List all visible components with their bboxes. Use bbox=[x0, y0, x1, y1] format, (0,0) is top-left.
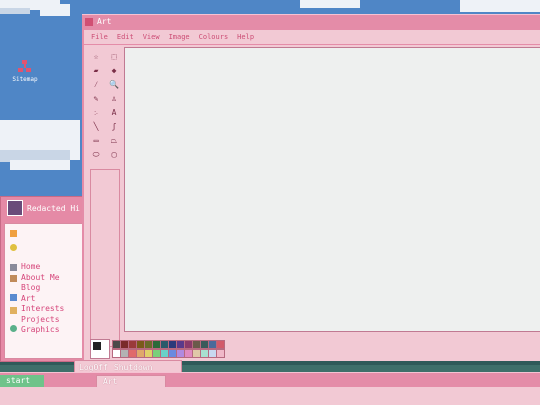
airbrush-icon[interactable]: ჻ bbox=[90, 107, 102, 119]
paint-icon bbox=[85, 17, 93, 26]
rect-select-icon[interactable]: ⬚ bbox=[108, 51, 120, 63]
free-select-icon[interactable]: ☆ bbox=[90, 51, 102, 63]
menu-view[interactable]: View bbox=[143, 33, 160, 41]
nav-link-graphics[interactable]: Graphics bbox=[21, 325, 60, 335]
info-icon bbox=[10, 325, 17, 332]
desktop-icon-sitemap[interactable]: Sitemap bbox=[8, 60, 42, 83]
art-window: Art File Edit View Image Colours Help ☆ ⬚… bbox=[82, 14, 540, 361]
rounded-rect-icon[interactable]: ▢ bbox=[108, 149, 120, 161]
color-swatch[interactable] bbox=[216, 340, 225, 349]
side-window: Redacted Hi Home About Me Blog Art Inter… bbox=[0, 196, 86, 362]
picker-icon[interactable]: ⁄ bbox=[90, 79, 102, 91]
nav-link-blog[interactable]: Blog bbox=[21, 283, 40, 293]
nav-link-about[interactable]: About Me bbox=[21, 273, 60, 283]
menu-help[interactable]: Help bbox=[237, 33, 254, 41]
color-swatch[interactable] bbox=[216, 349, 225, 358]
menu-image[interactable]: Image bbox=[169, 33, 190, 41]
menu-colours[interactable]: Colours bbox=[199, 33, 229, 41]
nav-link-projects[interactable]: Projects bbox=[21, 315, 60, 325]
art-window-title: Art bbox=[97, 17, 112, 26]
sitemap-icon bbox=[18, 60, 32, 74]
shutdown-button[interactable]: Shutdown bbox=[114, 363, 153, 372]
eraser-icon[interactable]: ▰ bbox=[90, 65, 102, 77]
magnifier-icon[interactable]: 🔍 bbox=[108, 79, 120, 91]
avatar bbox=[7, 200, 23, 216]
note-icon bbox=[10, 264, 17, 271]
cloud bbox=[300, 0, 360, 8]
sitemap-label: Sitemap bbox=[12, 76, 38, 83]
line-icon[interactable]: ╲ bbox=[90, 121, 102, 133]
monitor-icon bbox=[10, 294, 17, 301]
polygon-icon[interactable]: ⏢ bbox=[108, 135, 120, 147]
fill-icon[interactable]: ◆ bbox=[108, 65, 120, 77]
nav-link-art[interactable]: Art bbox=[21, 294, 35, 304]
person-icon bbox=[10, 275, 17, 282]
start-button[interactable]: start bbox=[0, 375, 44, 387]
side-window-title: Redacted Hi bbox=[27, 203, 80, 213]
folder-icon bbox=[10, 307, 17, 314]
cloud bbox=[0, 8, 30, 14]
smiley-icon[interactable] bbox=[10, 244, 17, 251]
drawing-canvas[interactable] bbox=[124, 47, 540, 332]
cloud bbox=[40, 4, 70, 16]
pencil-icon[interactable]: ✎ bbox=[90, 93, 102, 105]
taskbar: start Art bbox=[0, 372, 540, 389]
home-icon[interactable] bbox=[10, 230, 17, 237]
logoff-button[interactable]: LogOff bbox=[79, 363, 108, 372]
rectangle-icon[interactable]: ▭ bbox=[90, 135, 102, 147]
color-palette bbox=[88, 335, 540, 361]
menu-edit[interactable]: Edit bbox=[117, 33, 134, 41]
tool-options-box bbox=[90, 169, 120, 347]
menu-bar: File Edit View Image Colours Help bbox=[84, 30, 540, 44]
ellipse-icon[interactable]: ⬭ bbox=[90, 149, 102, 161]
curve-icon[interactable]: ʃ bbox=[108, 121, 120, 133]
text-icon[interactable]: A bbox=[108, 107, 120, 119]
below-taskbar bbox=[0, 387, 540, 405]
current-colors[interactable] bbox=[90, 339, 110, 359]
nav-link-home[interactable]: Home bbox=[21, 262, 40, 272]
cloud bbox=[10, 160, 70, 170]
side-window-titlebar[interactable]: Redacted Hi bbox=[1, 197, 85, 219]
art-window-titlebar[interactable]: Art bbox=[82, 15, 540, 28]
menu-file[interactable]: File bbox=[91, 33, 108, 41]
side-window-body: Home About Me Blog Art Interests Project… bbox=[4, 223, 84, 359]
brush-icon[interactable]: ♙ bbox=[108, 93, 120, 105]
nav-link-interests[interactable]: Interests bbox=[21, 304, 64, 314]
foreground-color bbox=[93, 342, 101, 350]
workspace: ☆ ⬚ ▰ ◆ ⁄ 🔍 ✎ ♙ ჻ A ╲ ʃ ▭ ⏢ ⬭ ▢ bbox=[84, 45, 540, 361]
cloud bbox=[460, 0, 540, 12]
